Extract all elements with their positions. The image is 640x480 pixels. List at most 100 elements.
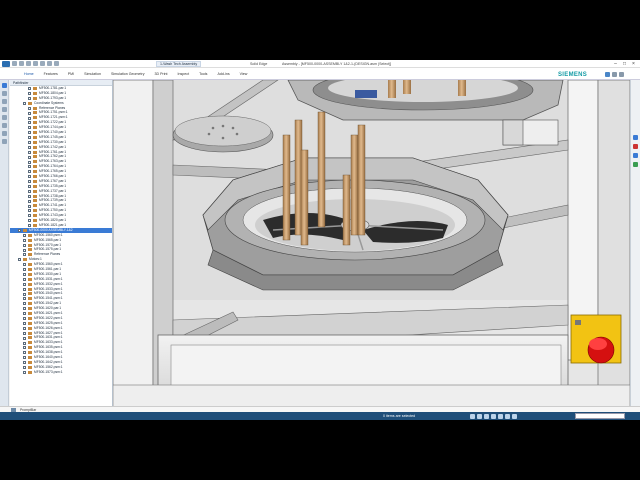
visibility-checkbox[interactable] (23, 253, 26, 257)
ribbon-tab-view[interactable]: View (240, 71, 248, 77)
visibility-checkbox[interactable] (28, 199, 31, 203)
visibility-checkbox[interactable] (23, 297, 26, 301)
visibility-checkbox[interactable] (23, 282, 26, 286)
select-tools-icon[interactable] (2, 123, 7, 128)
visibility-checkbox[interactable] (28, 121, 31, 125)
visibility-checkbox[interactable] (18, 229, 21, 233)
visibility-checkbox[interactable] (23, 277, 26, 281)
visibility-checkbox[interactable] (23, 312, 26, 316)
notification-icon[interactable] (633, 144, 638, 149)
section-icon[interactable] (512, 413, 517, 419)
visibility-checkbox[interactable] (28, 126, 31, 130)
visibility-checkbox[interactable] (28, 87, 31, 91)
visibility-checkbox[interactable] (23, 248, 26, 252)
redo-icon[interactable] (26, 61, 31, 66)
color-manager-icon[interactable] (633, 162, 638, 167)
document-tab[interactable]: 1-Wash Tech Assembly (156, 61, 202, 67)
pan-icon[interactable] (484, 413, 489, 419)
data-management-icon[interactable] (633, 135, 638, 140)
visibility-checkbox[interactable] (23, 321, 26, 325)
visibility-checkbox[interactable] (28, 106, 31, 110)
library-tab-icon[interactable] (2, 115, 7, 120)
visibility-checkbox[interactable] (23, 101, 26, 105)
app-menu-icon[interactable] (2, 61, 10, 67)
visibility-checkbox[interactable] (28, 140, 31, 144)
visibility-checkbox[interactable] (23, 346, 26, 350)
visibility-checkbox[interactable] (23, 307, 26, 311)
visibility-checkbox[interactable] (28, 214, 31, 218)
visibility-checkbox[interactable] (23, 351, 26, 355)
pathfinder-tab-icon[interactable] (2, 83, 7, 88)
ribbon-tab-features[interactable]: Features (44, 71, 58, 77)
visibility-checkbox[interactable] (23, 370, 26, 374)
new-icon[interactable] (40, 61, 45, 66)
visibility-checkbox[interactable] (28, 116, 31, 120)
open-icon[interactable] (33, 61, 38, 66)
maximize-icon[interactable]: □ (620, 60, 629, 68)
minimize-ribbon-icon[interactable] (612, 72, 617, 77)
visibility-checkbox[interactable] (28, 175, 31, 179)
customize-icon[interactable] (54, 61, 59, 66)
visibility-checkbox[interactable] (28, 180, 31, 184)
visibility-checkbox[interactable] (23, 287, 26, 291)
visibility-checkbox[interactable] (23, 268, 26, 272)
visibility-checkbox[interactable] (23, 331, 26, 335)
visibility-checkbox[interactable] (28, 92, 31, 96)
visibility-checkbox[interactable] (23, 238, 26, 242)
visibility-checkbox[interactable] (28, 111, 31, 115)
save-icon[interactable] (12, 61, 17, 66)
visibility-checkbox[interactable] (28, 204, 31, 208)
visibility-checkbox[interactable] (28, 160, 31, 164)
ribbon-tab-simulation-geometry[interactable]: Simulation Geometry (111, 71, 145, 77)
minimize-icon[interactable]: – (611, 60, 620, 68)
visibility-checkbox[interactable] (28, 136, 31, 140)
assembly-model-view[interactable] (113, 80, 630, 410)
visibility-checkbox[interactable] (18, 258, 21, 262)
visibility-checkbox[interactable] (23, 292, 26, 296)
rotate-icon[interactable] (491, 413, 496, 419)
visibility-checkbox[interactable] (28, 189, 31, 193)
visibility-checkbox[interactable] (28, 155, 31, 159)
print-icon[interactable] (47, 61, 52, 66)
ribbon-tab-tools[interactable]: Tools (199, 71, 207, 77)
options-icon[interactable] (619, 72, 624, 77)
help-icon[interactable] (605, 72, 610, 77)
visibility-checkbox[interactable] (23, 361, 26, 365)
visibility-checkbox[interactable] (28, 170, 31, 174)
relationship-tab-icon[interactable] (2, 139, 7, 144)
visibility-checkbox[interactable] (23, 263, 26, 267)
undo-icon[interactable] (19, 61, 24, 66)
visibility-checkbox[interactable] (23, 336, 26, 340)
ribbon-tab-home[interactable]: Home (24, 71, 34, 77)
ribbon-tab-add-ins[interactable]: Add-ins (217, 71, 229, 77)
visibility-checkbox[interactable] (28, 165, 31, 169)
layers-tab-icon[interactable] (2, 91, 7, 96)
render-mode-icon[interactable] (505, 413, 510, 419)
visibility-checkbox[interactable] (28, 96, 31, 100)
ribbon-tab-pmi[interactable]: PMI (68, 71, 74, 77)
fit-icon[interactable] (477, 413, 482, 419)
visibility-checkbox[interactable] (28, 150, 31, 154)
visibility-checkbox[interactable] (23, 302, 26, 306)
command-finder-input[interactable] (575, 413, 625, 419)
visibility-checkbox[interactable] (23, 317, 26, 321)
pathfinder-item[interactable]: MF500-1573.psm:1 (10, 370, 112, 375)
visibility-checkbox[interactable] (23, 326, 26, 330)
visibility-checkbox[interactable] (28, 209, 31, 213)
library-icon[interactable] (633, 153, 638, 158)
view-orient-icon[interactable] (498, 413, 503, 419)
visibility-checkbox[interactable] (28, 224, 31, 228)
visibility-checkbox[interactable] (28, 185, 31, 188)
visibility-checkbox[interactable] (23, 356, 26, 360)
ribbon-tab-simulation[interactable]: Simulation (84, 71, 101, 77)
visibility-checkbox[interactable] (28, 131, 31, 135)
ribbon-tab-3d-print[interactable]: 3D Print (155, 71, 168, 77)
visibility-checkbox[interactable] (23, 243, 26, 247)
close-icon[interactable]: × (629, 60, 638, 68)
visibility-checkbox[interactable] (28, 145, 31, 149)
visibility-checkbox[interactable] (28, 194, 31, 198)
zoom-icon[interactable] (470, 413, 475, 419)
ribbon-tab-inspect[interactable]: Inspect (178, 71, 190, 77)
visibility-checkbox[interactable] (23, 341, 26, 345)
features-tab-icon[interactable] (2, 107, 7, 112)
